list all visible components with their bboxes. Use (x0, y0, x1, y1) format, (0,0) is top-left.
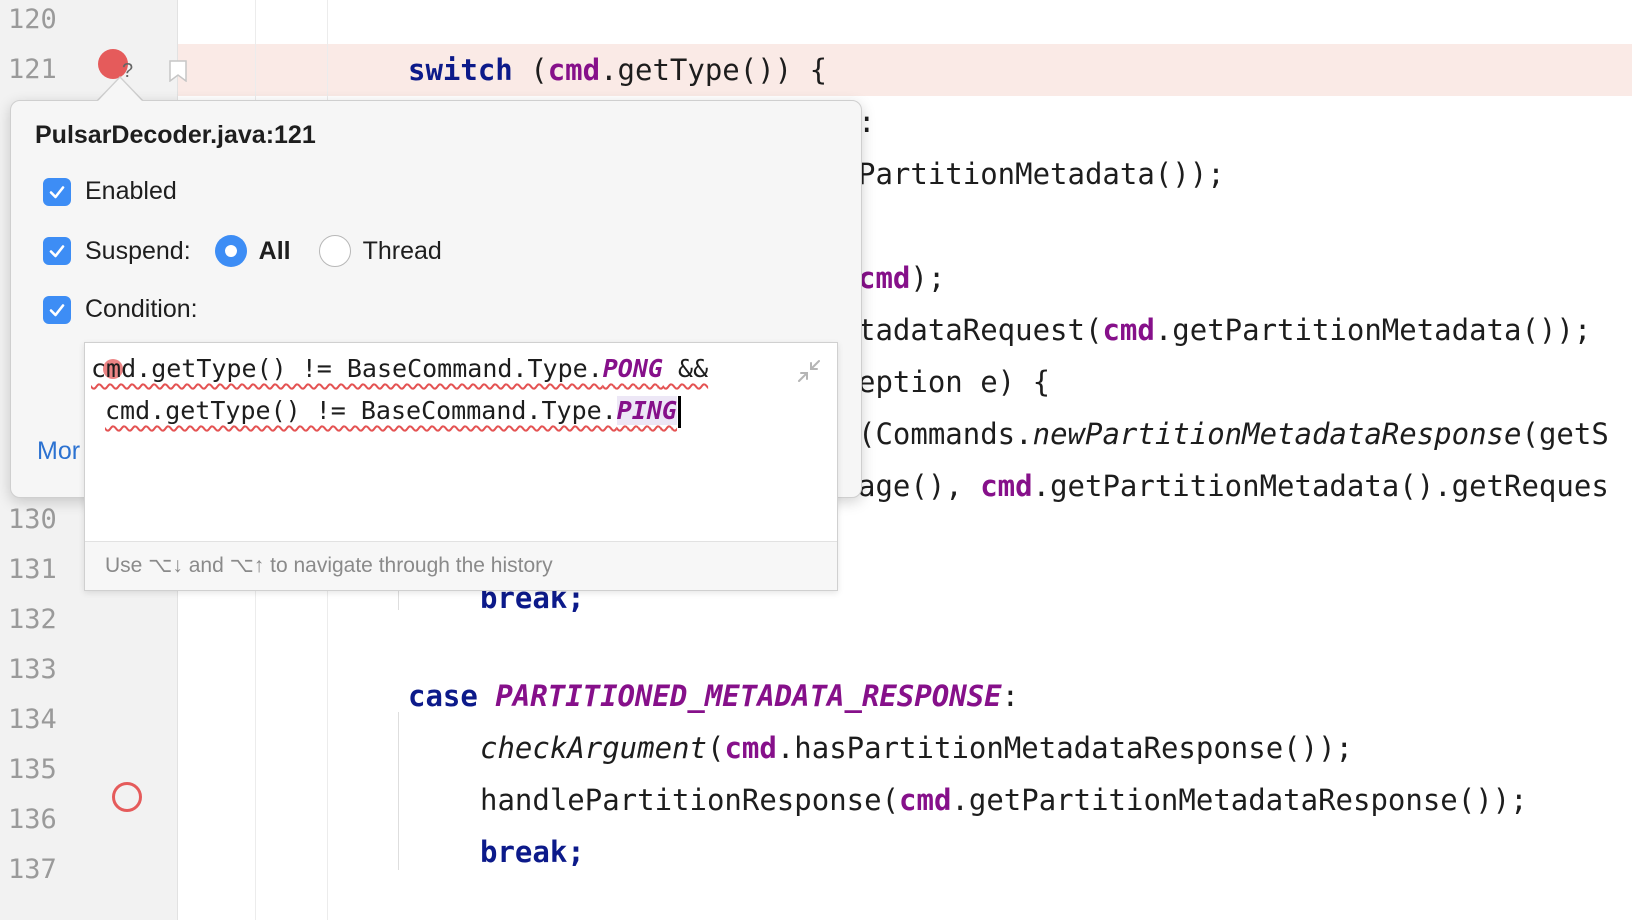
code-fragment: PartitionMetadata()); (858, 157, 1225, 191)
code-fragment: (Commands.newPartitionMetadataResponse(g… (858, 417, 1609, 451)
line-number: 131 (8, 554, 57, 585)
line-number: 136 (8, 804, 57, 835)
line-number: 135 (8, 754, 57, 785)
indent-guide (398, 712, 399, 870)
enabled-row[interactable]: Enabled (43, 177, 177, 206)
condition-label: Condition: (85, 295, 198, 323)
suspend-thread-radio[interactable] (318, 235, 351, 267)
suspend-checkbox[interactable] (43, 237, 71, 265)
code-fragment: tadataRequest(cmd.getPartitionMetadata()… (858, 313, 1592, 347)
line-number: 121 (8, 54, 57, 85)
line-number: 120 (8, 4, 57, 35)
code-fragment: eption e) { (858, 365, 1051, 399)
condition-checkbox[interactable] (43, 295, 71, 324)
line-number: 133 (8, 654, 57, 685)
checkmark-icon (49, 185, 65, 198)
code-line-121[interactable]: switch (cmd.getType()) { (408, 44, 827, 96)
bookmark-icon[interactable] (168, 60, 188, 82)
condition-line-1[interactable]: cmd.getType() != BaseCommand.Type.PONG &… (91, 349, 708, 389)
line-number: 130 (8, 504, 57, 535)
code-line-133[interactable]: case PARTITIONED_METADATA_RESPONSE: (408, 670, 1019, 722)
line-number: 132 (8, 604, 57, 635)
text-cursor (677, 396, 681, 428)
code-line-136[interactable]: break; (480, 826, 585, 878)
empty-breakpoint-icon[interactable] (112, 782, 142, 812)
checkmark-icon (49, 303, 65, 316)
suspend-row[interactable]: Suspend: All Thread (43, 235, 442, 267)
condition-row[interactable]: Condition: (43, 295, 198, 324)
suspend-label: Suspend: (85, 236, 191, 265)
code-line-135[interactable]: handlePartitionResponse(cmd.getPartition… (480, 774, 1528, 826)
code-fragment: cmd); (858, 261, 946, 295)
breakpoint-line-highlight (178, 44, 1632, 96)
line-number: 134 (8, 704, 57, 735)
radio-thread-label[interactable]: Thread (363, 237, 442, 266)
more-link[interactable]: Mor (37, 437, 80, 466)
line-number: 137 (8, 854, 57, 885)
history-hint: Use ⌥↓ and ⌥↑ to navigate through the hi… (85, 541, 837, 590)
enabled-label: Enabled (85, 177, 177, 205)
checkmark-icon (49, 245, 65, 258)
radio-all-label[interactable]: All (259, 237, 291, 266)
condition-editor[interactable]: cmd.getType() != BaseCommand.Type.PONG &… (84, 342, 838, 591)
suspend-all-radio[interactable] (214, 235, 247, 267)
code-line-134[interactable]: checkArgument(cmd.hasPartitionMetadataRe… (480, 722, 1353, 774)
collapse-icon[interactable] (795, 357, 823, 385)
code-fragment: age(), cmd.getPartitionMetadata().getReq… (858, 469, 1609, 503)
enabled-checkbox[interactable] (43, 177, 71, 206)
popup-title: PulsarDecoder.java:121 (35, 121, 316, 149)
condition-line-2[interactable]: cmd.getType() != BaseCommand.Type.PING (105, 391, 681, 431)
popup-pointer (98, 78, 142, 101)
